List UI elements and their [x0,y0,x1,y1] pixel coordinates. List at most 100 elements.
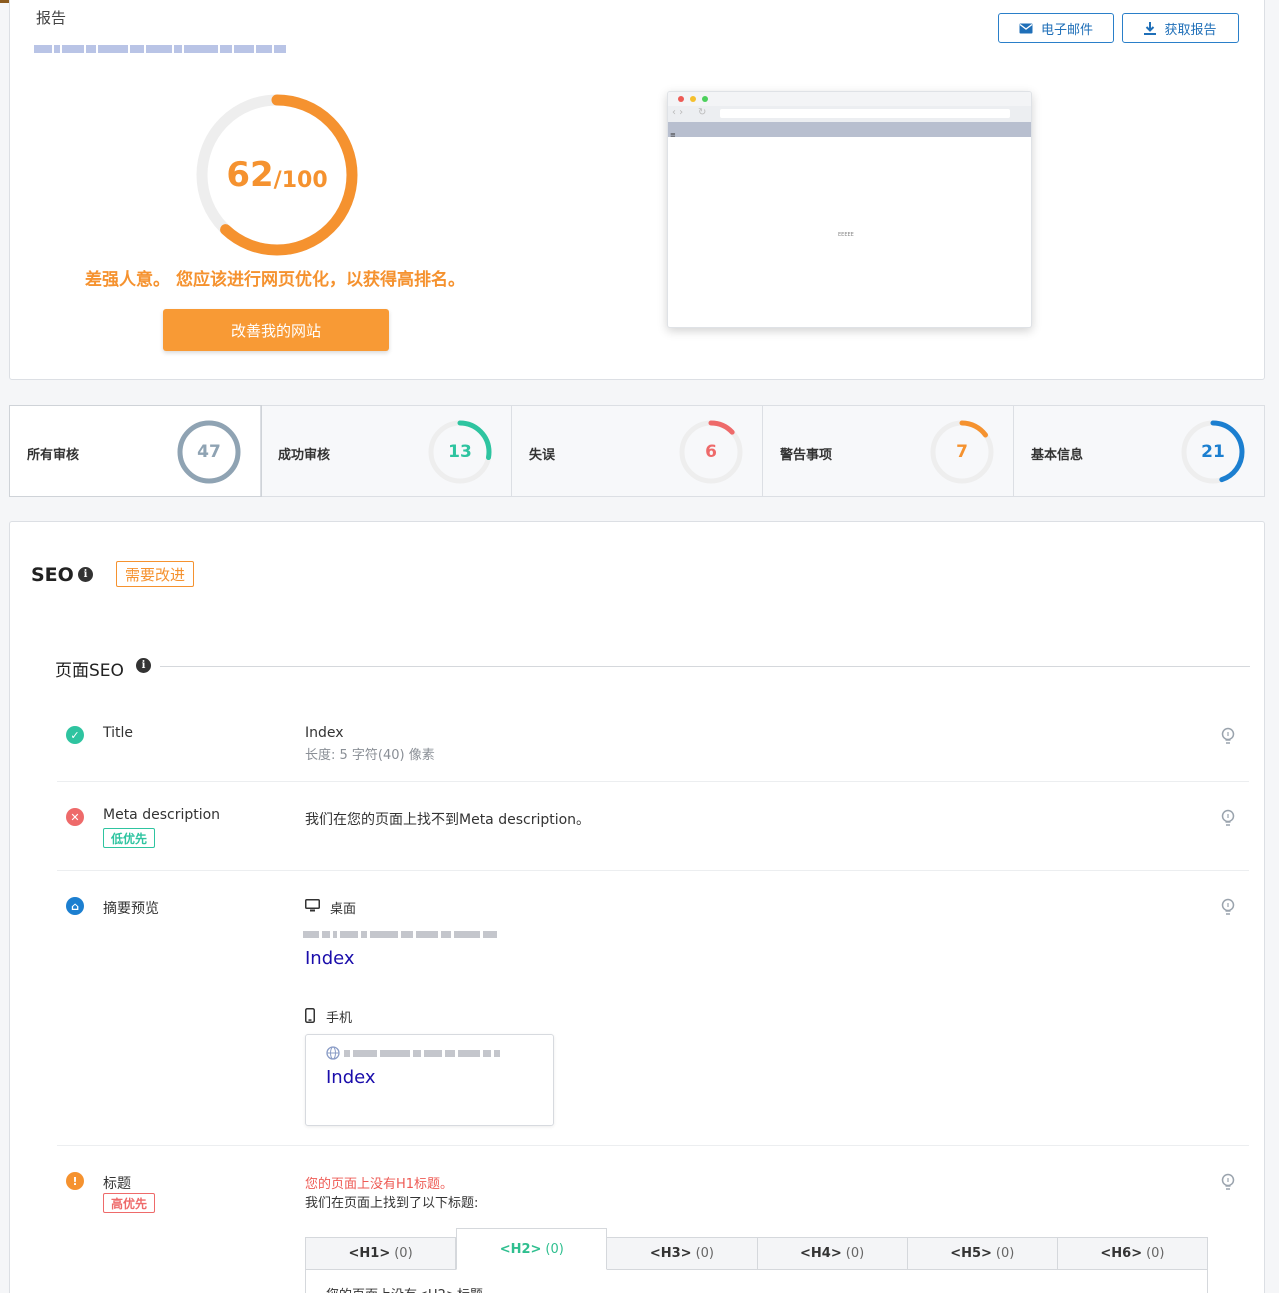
tab-h4[interactable]: <H4> (0) [758,1238,908,1269]
error-icon: ✕ [66,808,84,826]
stat-label: 基本信息 [1031,448,1084,463]
desktop-serp-title[interactable]: Index [305,948,355,969]
stat-value: 6 [705,442,717,462]
title-row-label: Title [103,725,134,741]
headings-error: 您的页面上没有H1标题。 [305,1177,454,1192]
tab-h1[interactable]: <H1> (0) [306,1238,457,1269]
back-forward-icon: ‹ › [672,107,684,118]
download-report-label: 获取报告 [1164,21,1217,37]
home-icon: ⌂ [66,897,84,915]
browser-address-bar [720,109,1010,118]
stat-basic-info[interactable]: 基本信息 21 [1014,406,1264,496]
meta-message: 我们在您的页面上找不到Meta description。 [305,812,591,828]
tab-count: (0) [1146,1246,1165,1261]
email-button[interactable]: 电子邮件 [998,13,1114,43]
section-divider [160,666,1250,667]
heading-tab-content: 您的页面上没有<H2>标题 [306,1270,1207,1293]
desktop-icon [305,899,320,912]
row-divider [57,870,1249,871]
info-icon[interactable]: i [78,567,93,582]
blurred-url [34,45,286,53]
tab-tag: <H4> [800,1246,842,1261]
report-label: 报告 [36,9,67,27]
tab-h3[interactable]: <H3> (0) [607,1238,758,1269]
stat-label: 成功审核 [278,448,331,463]
stat-value: 21 [1201,442,1225,462]
seo-title: SEO [31,564,74,586]
tab-count: (0) [545,1241,564,1257]
heading-tabs: <H1> (0) <H2> (0) <H3> (0) <H4> (0) <H5> (0) … [305,1228,1208,1293]
close-dot-icon [678,96,684,102]
seo-status-badge: 需要改进 [116,561,195,587]
improve-site-button[interactable]: 改善我的网站 [163,309,389,351]
tab-count: (0) [845,1246,865,1261]
score-verdict: 差强人意。 您应该进行网页优化，以获得高排名。 [85,270,465,290]
maximize-dot-icon [702,96,708,102]
tab-tag: <H6> [1100,1246,1143,1261]
lightbulb-icon[interactable] [1220,809,1236,829]
desktop-label: 桌面 [330,902,357,917]
mobile-serp-title[interactable]: Index [326,1067,376,1088]
stat-label: 所有审核 [27,448,80,463]
mail-icon [1019,23,1033,33]
info-icon[interactable]: i [136,658,151,673]
tab-h5[interactable]: <H5> (0) [908,1238,1058,1269]
tab-tag: <H5> [950,1246,992,1261]
preview-tiny-text: EEEEE [838,232,854,238]
row-divider [57,1145,1249,1146]
stat-label: 失误 [529,448,556,463]
mobile-label: 手机 [326,1011,353,1026]
score-value: 62 [226,155,274,195]
browser-address-row: ‹ › ↻ [668,106,1031,122]
high-priority-badge: 高优先 [103,1193,156,1213]
menu-icon: ≡ [670,131,676,139]
download-report-button[interactable]: 获取报告 [1122,13,1239,43]
score-display: 62 /100 [194,92,360,258]
tab-tag: <H3> [649,1246,692,1261]
meta-row-label: Meta description [103,807,221,823]
stat-passed-audits[interactable]: 成功审核 13 [261,406,512,496]
minimize-dot-icon [690,96,696,102]
stat-value: 13 [448,442,472,462]
title-length: 长度: 5 字符(40) 像素 [305,748,435,763]
report-card: 报告 电子邮件 获取报告 62 /100 差强人意。 您应该进行网页优化，以获得… [9,0,1265,380]
tab-h6[interactable]: <H6> (0) [1058,1238,1207,1269]
tab-tag: <H2> [499,1241,542,1257]
stat-value: 47 [197,442,221,462]
seo-card: SEO i 需要改进 页面SEO i ✓ Title Index 长度: 5 字… [9,521,1265,1293]
title-value: Index [305,725,344,741]
stat-errors[interactable]: 失误 6 [512,406,763,496]
lightbulb-icon[interactable] [1220,727,1236,747]
low-priority-badge: 低优先 [103,828,156,848]
mobile-serp-preview: Index [305,1034,554,1126]
tab-tag: <H1> [348,1246,391,1261]
stat-label: 警告事项 [780,448,833,463]
tab-count: (0) [995,1246,1015,1261]
stat-value: 7 [956,442,968,462]
audit-stats-bar: 所有审核 47 成功审核 13 失误 6 警告事项 7 基本信息 21 [9,405,1265,497]
download-icon [1144,21,1157,35]
stat-warnings[interactable]: 警告事项 7 [763,406,1014,496]
mobile-phone-icon [305,1008,315,1023]
onpage-seo-title: 页面SEO [55,661,124,681]
snippet-row-label: 摘要预览 [103,901,159,917]
stat-all-audits[interactable]: 所有审核 47 [10,406,261,496]
row-divider [57,781,1249,782]
tab-h2[interactable]: <H2> (0) [456,1228,608,1270]
globe-icon [326,1046,340,1060]
email-button-label: 电子邮件 [1040,21,1093,37]
blurred-url [303,931,497,938]
lightbulb-icon[interactable] [1220,898,1236,918]
browser-titlebar [668,92,1031,106]
tab-count: (0) [695,1246,714,1261]
tab-count: (0) [394,1246,413,1261]
warning-icon: ! [66,1172,84,1190]
blurred-url [344,1050,500,1057]
headings-found: 我们在页面上找到了以下标题: [305,1196,479,1211]
site-screenshot-preview: ‹ › ↻ ≡ EEEEE [667,91,1032,328]
check-icon: ✓ [66,726,84,744]
reload-icon: ↻ [698,107,707,118]
lightbulb-icon[interactable] [1220,1173,1236,1193]
preview-banner: ≡ [668,122,1031,139]
score-max: /100 [273,167,328,193]
